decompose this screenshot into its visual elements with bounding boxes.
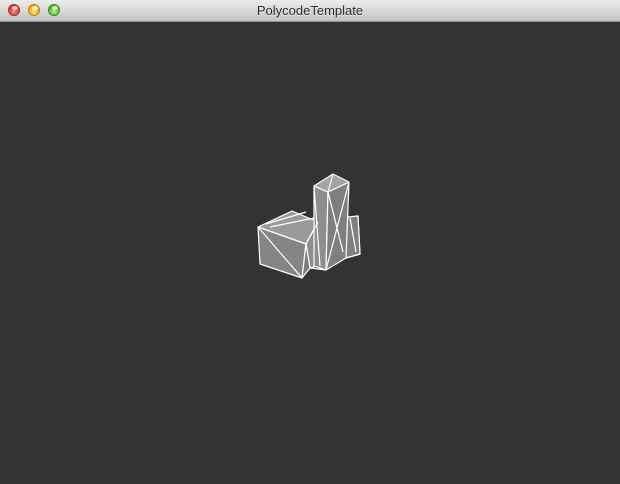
- title-bar[interactable]: PolycodeTemplate: [0, 0, 620, 22]
- render-viewport[interactable]: [0, 22, 620, 484]
- wireframe-mesh: [257, 173, 361, 279]
- app-window: PolycodeTemplate: [0, 0, 620, 484]
- 3d-scene: [257, 173, 361, 279]
- window-title: PolycodeTemplate: [256, 3, 364, 18]
